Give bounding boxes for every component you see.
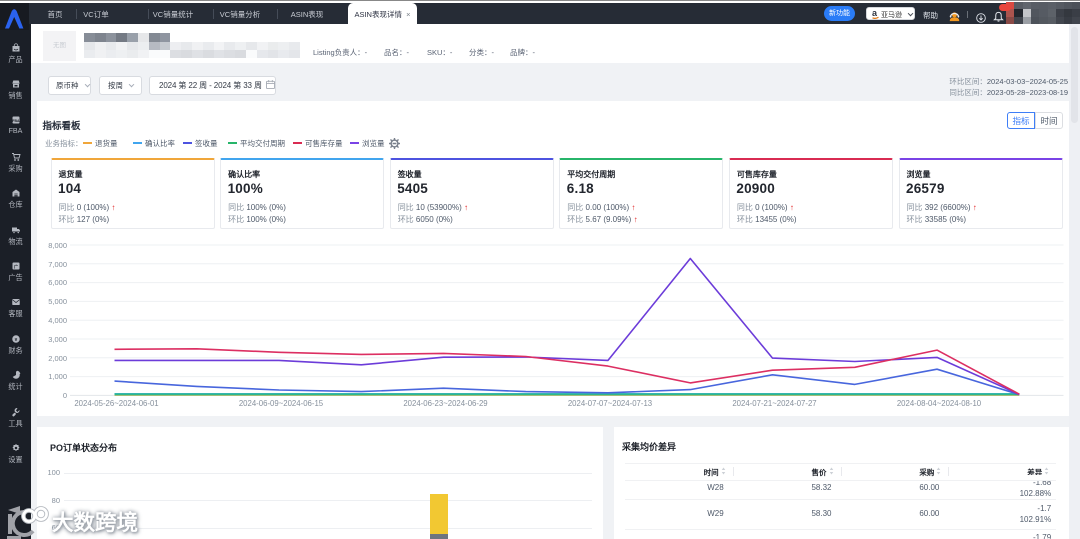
svg-text:FBA: FBA (12, 119, 20, 123)
svg-text:广: 广 (13, 263, 18, 270)
svg-text:¥: ¥ (14, 337, 17, 343)
svg-text:大数跨境: 大数跨境 (52, 510, 138, 535)
